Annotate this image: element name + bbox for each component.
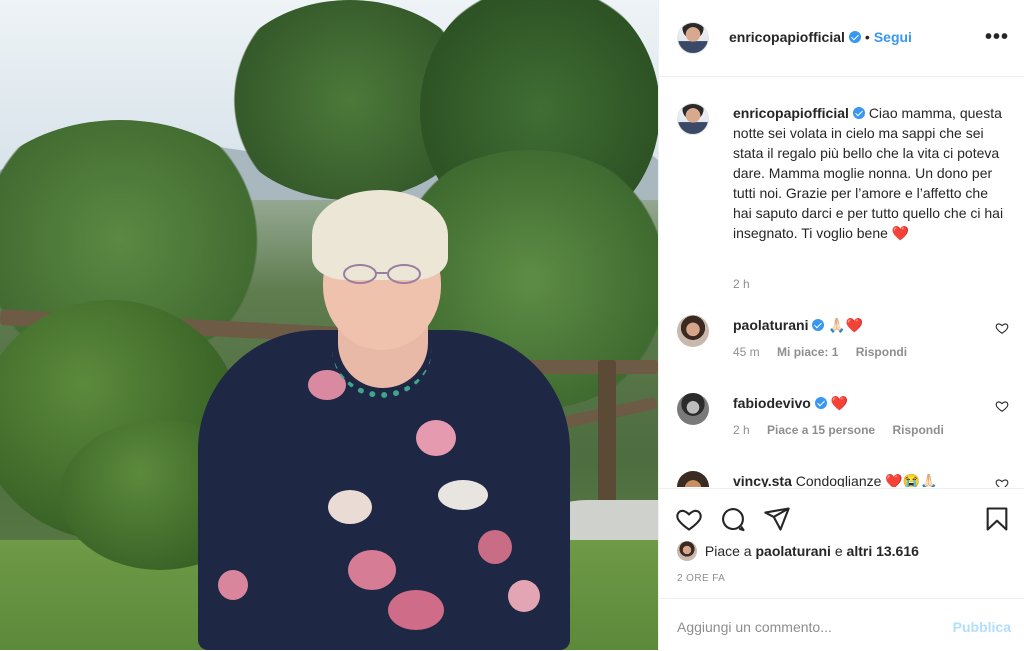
like-comment-heart-icon[interactable]: [995, 399, 1009, 413]
comment-meta: 2 h Piace a 15 persone Rispondi: [733, 423, 944, 437]
comment-item: fabiodevivo ❤️ 2 h Piace a 15 persone Ri…: [677, 393, 1017, 455]
like-comment-heart-icon[interactable]: [995, 321, 1009, 335]
add-comment-input[interactable]: Aggiungi un commento...: [677, 619, 832, 635]
share-icon[interactable]: [763, 505, 791, 533]
comment-icon[interactable]: [719, 505, 747, 533]
reply-button[interactable]: Rispondi: [856, 345, 907, 359]
caption-avatar[interactable]: [677, 103, 709, 135]
dress-flower: [416, 420, 456, 456]
dress-flower: [218, 570, 248, 600]
commenter-avatar[interactable]: [677, 471, 709, 487]
dress-flower: [478, 530, 512, 564]
add-comment-bar: Aggiungi un commento... Pubblica: [659, 598, 1024, 651]
verified-badge-icon: [852, 107, 865, 119]
caption-body: enricopapiofficial Ciao mamma, questa no…: [733, 103, 1005, 243]
dress-flower: [388, 590, 444, 630]
comment-item: vincy.sta Condoglianze ❤️😭🙏🏻: [677, 471, 1017, 487]
dress-flower: [508, 580, 540, 612]
author-line: enricopapiofficial • Segui: [729, 29, 912, 47]
comment-likes[interactable]: Piace a 15 persone: [767, 423, 875, 437]
comment-text: Condoglianze ❤️😭🙏🏻: [795, 473, 938, 487]
author-avatar[interactable]: [677, 22, 709, 54]
verified-badge-icon: [848, 31, 861, 43]
post-header: enricopapiofficial • Segui •••: [659, 0, 1024, 77]
comment-username[interactable]: vincy.sta: [733, 473, 792, 487]
caption-username[interactable]: enricopapiofficial: [733, 105, 849, 121]
dress-flower: [438, 480, 488, 510]
dress-flower: [328, 490, 372, 524]
verified-badge-icon: [812, 319, 825, 331]
commenter-avatar[interactable]: [677, 315, 709, 347]
heart-icon[interactable]: [675, 505, 703, 533]
likes-summary: Piace a paolaturani e altri 13.616: [677, 541, 919, 561]
comment-likes[interactable]: Mi piace: 1: [777, 345, 838, 359]
instagram-post-view: enricopapiofficial • Segui ••• enricopapio…: [0, 0, 1024, 650]
more-options-icon[interactable]: •••: [985, 26, 1009, 49]
comment-text: ❤️: [830, 395, 849, 411]
commenter-avatar[interactable]: [677, 393, 709, 425]
liker-avatar[interactable]: [677, 541, 697, 561]
post-photo[interactable]: [0, 0, 658, 650]
author-username[interactable]: enricopapiofficial: [729, 29, 845, 45]
caption-time[interactable]: 2 h: [733, 277, 750, 291]
likes-connector: e: [834, 543, 843, 559]
comment-body: vincy.sta Condoglianze ❤️😭🙏🏻: [733, 473, 938, 487]
likes-prefix: Piace a: [704, 543, 752, 559]
verified-badge-icon: [814, 397, 827, 409]
post-timestamp[interactable]: 2 ORE FA: [677, 573, 725, 584]
woman-glasses: [343, 264, 421, 284]
comment-body: paolaturani 🙏🏻❤️: [733, 317, 863, 334]
bookmark-icon[interactable]: [983, 505, 1011, 533]
comment-time[interactable]: 2 h: [733, 423, 750, 437]
comment-meta: 45 m Mi piace: 1 Rispondi: [733, 345, 907, 359]
caption-text: Ciao mamma, questa notte sei volata in c…: [733, 105, 1004, 241]
liker-username[interactable]: paolaturani: [755, 543, 830, 559]
dress-flower: [348, 550, 396, 590]
comment-time[interactable]: 45 m: [733, 345, 760, 359]
comment-username[interactable]: fabiodevivo: [733, 395, 811, 411]
reply-button[interactable]: Rispondi: [892, 423, 943, 437]
likes-others-link[interactable]: altri 13.616: [847, 543, 919, 559]
comment-text: 🙏🏻❤️: [828, 317, 864, 333]
like-comment-heart-icon[interactable]: [995, 477, 1009, 487]
publish-button[interactable]: Pubblica: [953, 619, 1011, 635]
comment-body: fabiodevivo ❤️: [733, 395, 848, 412]
comment-item: paolaturani 🙏🏻❤️ 45 m Mi piace: 1 Rispon…: [677, 315, 1017, 377]
comment-username[interactable]: paolaturani: [733, 317, 808, 333]
follow-button[interactable]: Segui: [874, 29, 912, 45]
comments-list[interactable]: enricopapiofficial Ciao mamma, questa no…: [659, 77, 1024, 487]
action-bar: Piace a paolaturani e altri 13.616 2 ORE…: [659, 488, 1024, 599]
post-side-panel: enricopapiofficial • Segui ••• enricopapio…: [658, 0, 1024, 650]
separator-dot: •: [864, 29, 870, 45]
